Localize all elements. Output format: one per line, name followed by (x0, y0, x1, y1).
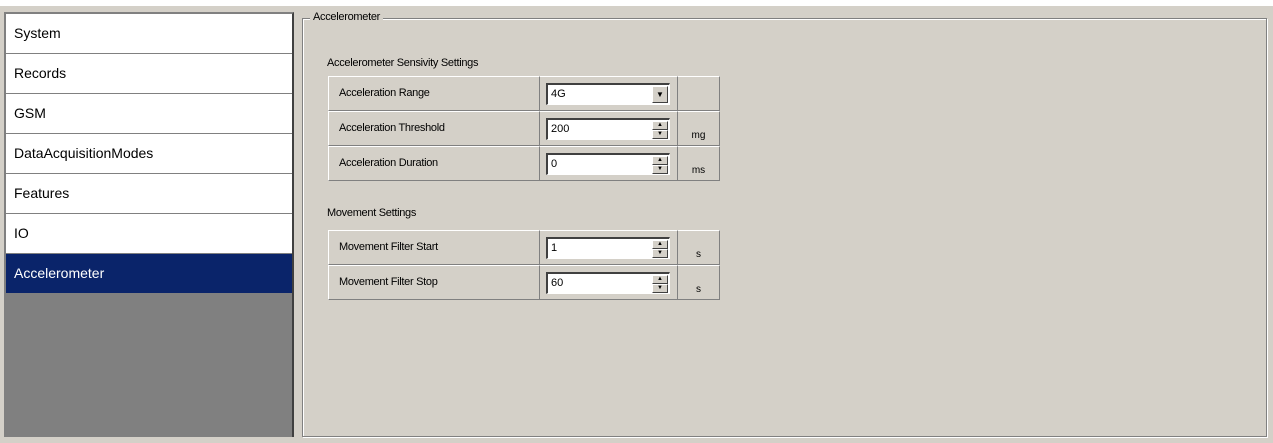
property-row-movement-filter-start: Movement Filter Start 1 ▲ ▼ s (328, 230, 720, 265)
spinner-value: 1 (551, 242, 558, 254)
property-row-acceleration-duration: Acceleration Duration 0 ▲ ▼ ms (328, 146, 720, 181)
sidebar-item-label: Records (14, 65, 67, 81)
property-value-cell: 0 ▲ ▼ (540, 146, 678, 181)
property-unit: s (678, 265, 720, 300)
property-unit: ms (678, 146, 720, 181)
sidebar-item-data-acquisition-modes[interactable]: DataAcquisitionModes (6, 134, 292, 173)
movement-section-title: Movement Settings (327, 207, 417, 219)
spinner-value: 200 (551, 123, 570, 135)
select-value: 4G (551, 88, 566, 100)
spinner-buttons: ▲ ▼ (652, 156, 668, 174)
sidebar-item-system[interactable]: System (6, 14, 292, 53)
spin-down-icon[interactable]: ▼ (652, 130, 668, 139)
property-unit (678, 76, 720, 111)
property-value-cell: 4G ▼ (540, 76, 678, 111)
property-row-movement-filter-stop: Movement Filter Stop 60 ▲ ▼ s (328, 265, 720, 300)
spinner-buttons: ▲ ▼ (652, 275, 668, 293)
sidebar-nav: System Records GSM DataAcquisitionModes … (4, 12, 294, 437)
property-label: Movement Filter Stop (328, 265, 540, 300)
property-value-cell: 1 ▲ ▼ (540, 230, 678, 265)
acceleration-range-select[interactable]: 4G ▼ (546, 83, 670, 105)
spin-down-icon[interactable]: ▼ (652, 165, 668, 174)
sensitivity-property-grid: Acceleration Range 4G ▼ Acceleration Thr… (328, 76, 720, 181)
spin-up-icon[interactable]: ▲ (652, 156, 668, 165)
chevron-down-icon[interactable]: ▼ (652, 86, 668, 103)
spinner-buttons: ▲ ▼ (652, 121, 668, 139)
property-unit: s (678, 230, 720, 265)
property-label: Acceleration Range (328, 76, 540, 111)
spinner-value: 0 (551, 158, 558, 170)
sidebar-item-records[interactable]: Records (6, 54, 292, 93)
property-row-acceleration-threshold: Acceleration Threshold 200 ▲ ▼ mg (328, 111, 720, 146)
spin-up-icon[interactable]: ▲ (652, 275, 668, 284)
movement-filter-start-spinner[interactable]: 1 ▲ ▼ (546, 237, 670, 259)
property-label: Movement Filter Start (328, 230, 540, 265)
property-row-acceleration-range: Acceleration Range 4G ▼ (328, 76, 720, 111)
movement-filter-stop-spinner[interactable]: 60 ▲ ▼ (546, 272, 670, 294)
spin-up-icon[interactable]: ▲ (652, 121, 668, 130)
acceleration-duration-spinner[interactable]: 0 ▲ ▼ (546, 153, 670, 175)
spin-down-icon[interactable]: ▼ (652, 284, 668, 293)
sidebar-item-label: Accelerometer (14, 265, 105, 281)
sidebar-item-label: IO (14, 225, 29, 241)
sidebar-item-label: DataAcquisitionModes (14, 145, 154, 161)
group-title: Accelerometer (310, 11, 384, 23)
sidebar-item-io[interactable]: IO (6, 214, 292, 253)
spin-down-icon[interactable]: ▼ (652, 249, 668, 258)
spinner-value: 60 (551, 277, 564, 289)
sensitivity-section-title: Accelerometer Sensivity Settings (327, 57, 479, 69)
movement-property-grid: Movement Filter Start 1 ▲ ▼ s Movement F… (328, 230, 720, 300)
sidebar-item-gsm[interactable]: GSM (6, 94, 292, 133)
sidebar-item-label: GSM (14, 105, 46, 121)
sidebar-item-features[interactable]: Features (6, 174, 292, 213)
sidebar-item-label: Features (14, 185, 70, 201)
spinner-buttons: ▲ ▼ (652, 240, 668, 258)
sidebar-item-label: System (14, 25, 61, 41)
property-unit: mg (678, 111, 720, 146)
sidebar-item-accelerometer[interactable]: Accelerometer (6, 254, 292, 293)
property-label: Acceleration Threshold (328, 111, 540, 146)
spin-up-icon[interactable]: ▲ (652, 240, 668, 249)
property-value-cell: 60 ▲ ▼ (540, 265, 678, 300)
property-label: Acceleration Duration (328, 146, 540, 181)
acceleration-threshold-spinner[interactable]: 200 ▲ ▼ (546, 118, 670, 140)
property-value-cell: 200 ▲ ▼ (540, 111, 678, 146)
